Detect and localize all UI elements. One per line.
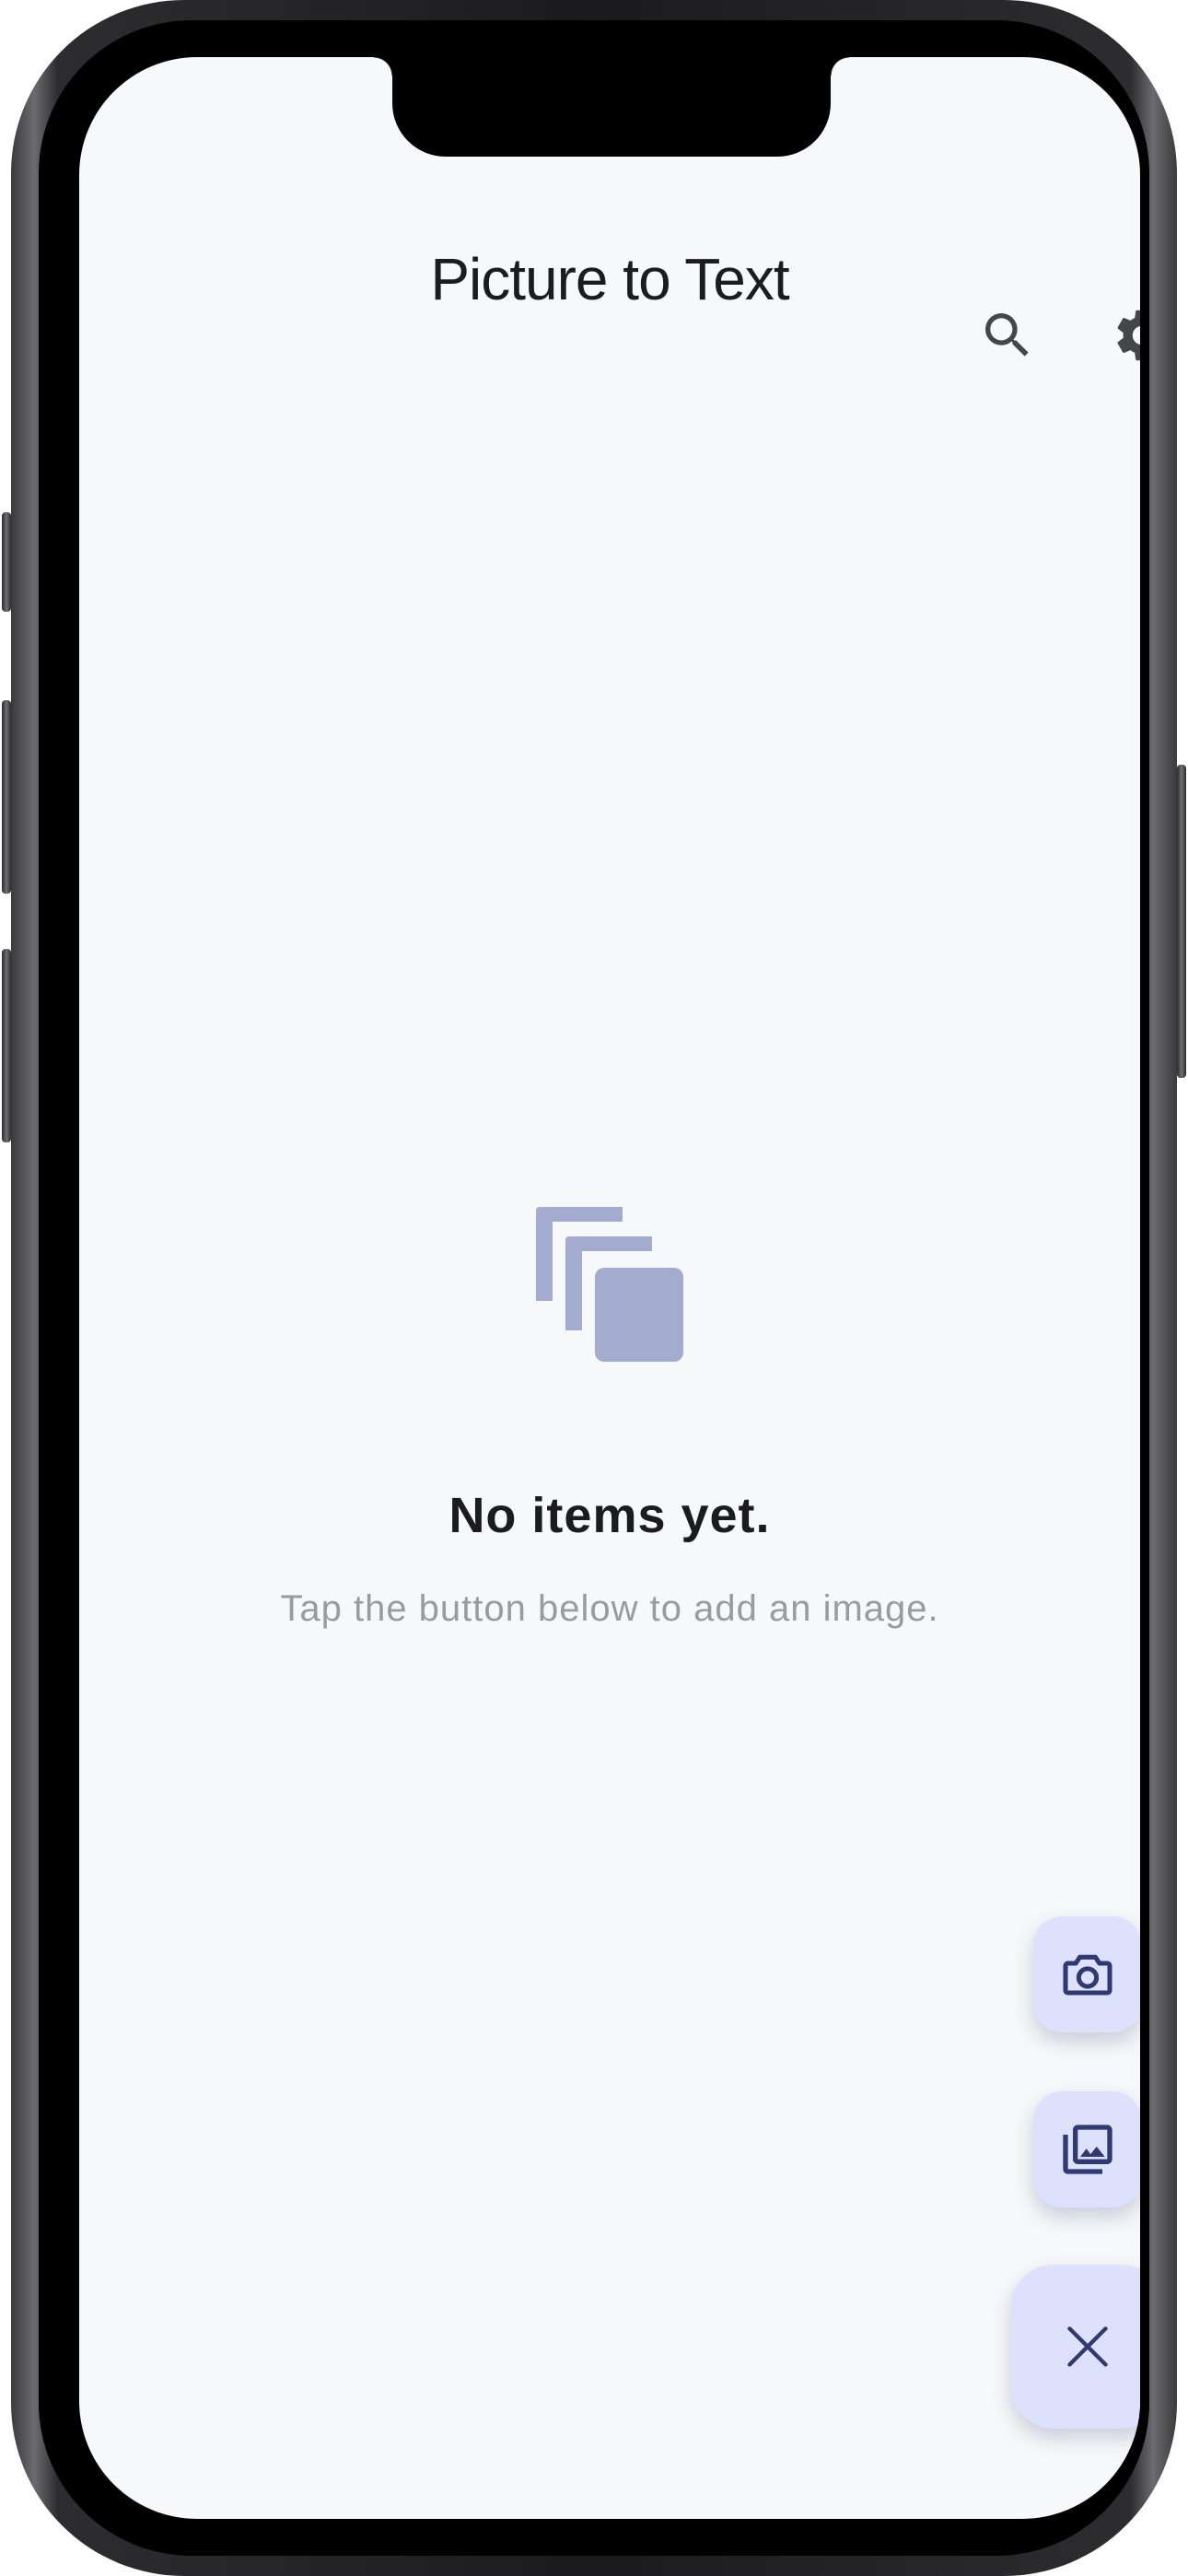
search-icon	[985, 313, 1029, 357]
search-button[interactable]	[971, 299, 1044, 372]
settings-button[interactable]	[1105, 299, 1140, 372]
power-button	[1177, 765, 1186, 1078]
empty-state-subtitle: Tap the button below to add an image.	[280, 1588, 939, 1629]
notch	[374, 57, 849, 157]
action-button	[2, 512, 11, 612]
empty-state-title: No items yet.	[448, 1488, 771, 1543]
camera-icon	[1063, 1954, 1112, 1996]
photo-library-button[interactable]	[1033, 2091, 1140, 2207]
app-screen: Picture to Text No items yet. Tap the bu…	[79, 57, 1140, 2519]
phone-frame: Picture to Text No items yet. Tap the bu…	[2, 0, 1186, 2576]
photo-library-icon	[1063, 2125, 1112, 2174]
close-icon	[1067, 2326, 1108, 2367]
volume-up-button	[2, 700, 11, 894]
copies-icon	[536, 1207, 683, 1362]
volume-down-button	[2, 949, 11, 1142]
close-menu-button[interactable]	[1011, 2265, 1140, 2429]
gear-icon	[1117, 310, 1140, 361]
camera-button[interactable]	[1033, 1916, 1140, 2032]
